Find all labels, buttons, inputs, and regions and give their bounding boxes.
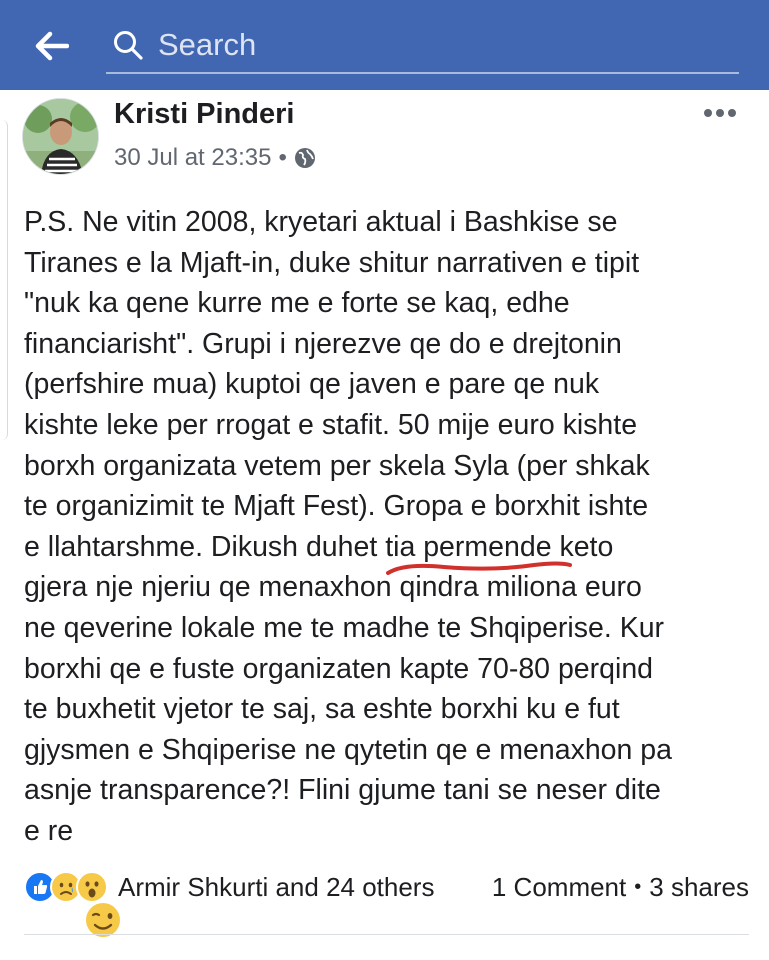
post-meta: 30 Jul at 23:35 •	[114, 144, 316, 172]
search-icon	[110, 27, 146, 63]
post-card: Kristi Pinderi 30 Jul at 23:35 • P.S. Ne…	[0, 90, 769, 960]
author-name[interactable]: Kristi Pinderi	[114, 98, 295, 131]
red-underline-mark	[386, 561, 572, 575]
globe-icon	[294, 147, 316, 169]
search-input[interactable]	[146, 19, 739, 71]
reactions[interactable]	[24, 871, 108, 903]
comments-count[interactable]: 1 Comment	[492, 872, 626, 903]
post-text: P.S. Ne vitin 2008, kryetari aktual i Ba…	[24, 206, 672, 847]
engagement-counts: 1 Comment • 3 shares	[492, 872, 749, 903]
search-bar[interactable]	[106, 18, 739, 74]
top-bar	[0, 0, 769, 90]
reactors-text[interactable]: Armir Shkurti and 24 others	[118, 872, 434, 903]
count-separator: •	[634, 875, 642, 898]
more-dots-icon	[704, 109, 736, 117]
post-timestamp[interactable]: 30 Jul at 23:35	[114, 144, 271, 172]
meta-separator: •	[278, 144, 287, 171]
more-options-button[interactable]	[700, 98, 740, 128]
avatar[interactable]	[22, 98, 99, 175]
shares-count[interactable]: 3 shares	[649, 872, 749, 903]
post-footer: Armir Shkurti and 24 others 1 Comment • …	[24, 865, 749, 909]
back-button[interactable]	[28, 22, 76, 70]
back-arrow-icon	[35, 31, 69, 61]
footer-divider	[24, 934, 749, 935]
wow-icon	[76, 871, 108, 903]
